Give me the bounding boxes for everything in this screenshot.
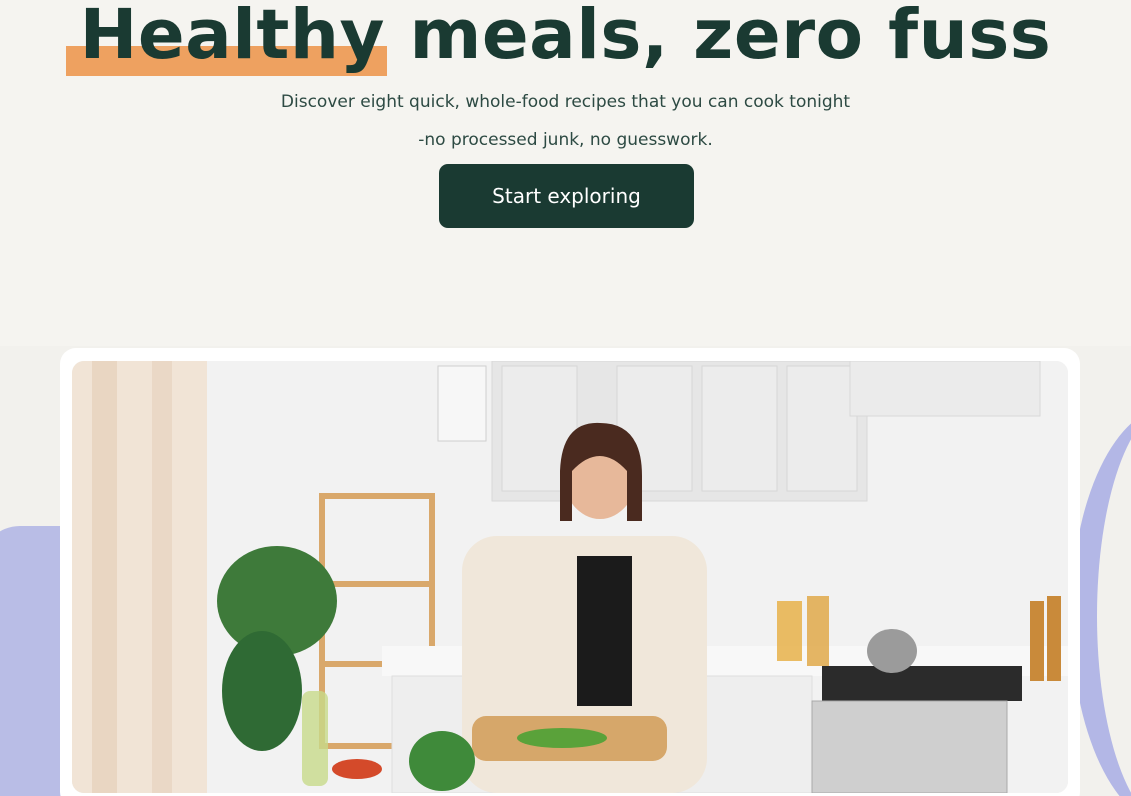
broccoli bbox=[409, 731, 475, 791]
title-highlight: Healthy bbox=[65, 0, 387, 77]
hero-title: Healthy meals, zero fuss bbox=[0, 0, 1131, 77]
decorative-arc-right bbox=[1071, 406, 1131, 796]
hero-subtitle-line-2: -no processed junk, no guesswork. bbox=[418, 130, 713, 150]
hero-section: Healthy meals, zero fuss Discover eight … bbox=[0, 0, 1131, 350]
stove bbox=[822, 666, 1022, 701]
kitchen-illustration bbox=[72, 361, 1068, 793]
title-rest-text: meals, zero fuss bbox=[384, 0, 1052, 75]
kitchen-photo bbox=[72, 361, 1068, 793]
start-exploring-button[interactable]: Start exploring bbox=[439, 164, 694, 228]
title-highlight-text: Healthy bbox=[79, 0, 385, 75]
hero-subtitle-line-1: Discover eight quick, whole-food recipes… bbox=[280, 92, 851, 112]
